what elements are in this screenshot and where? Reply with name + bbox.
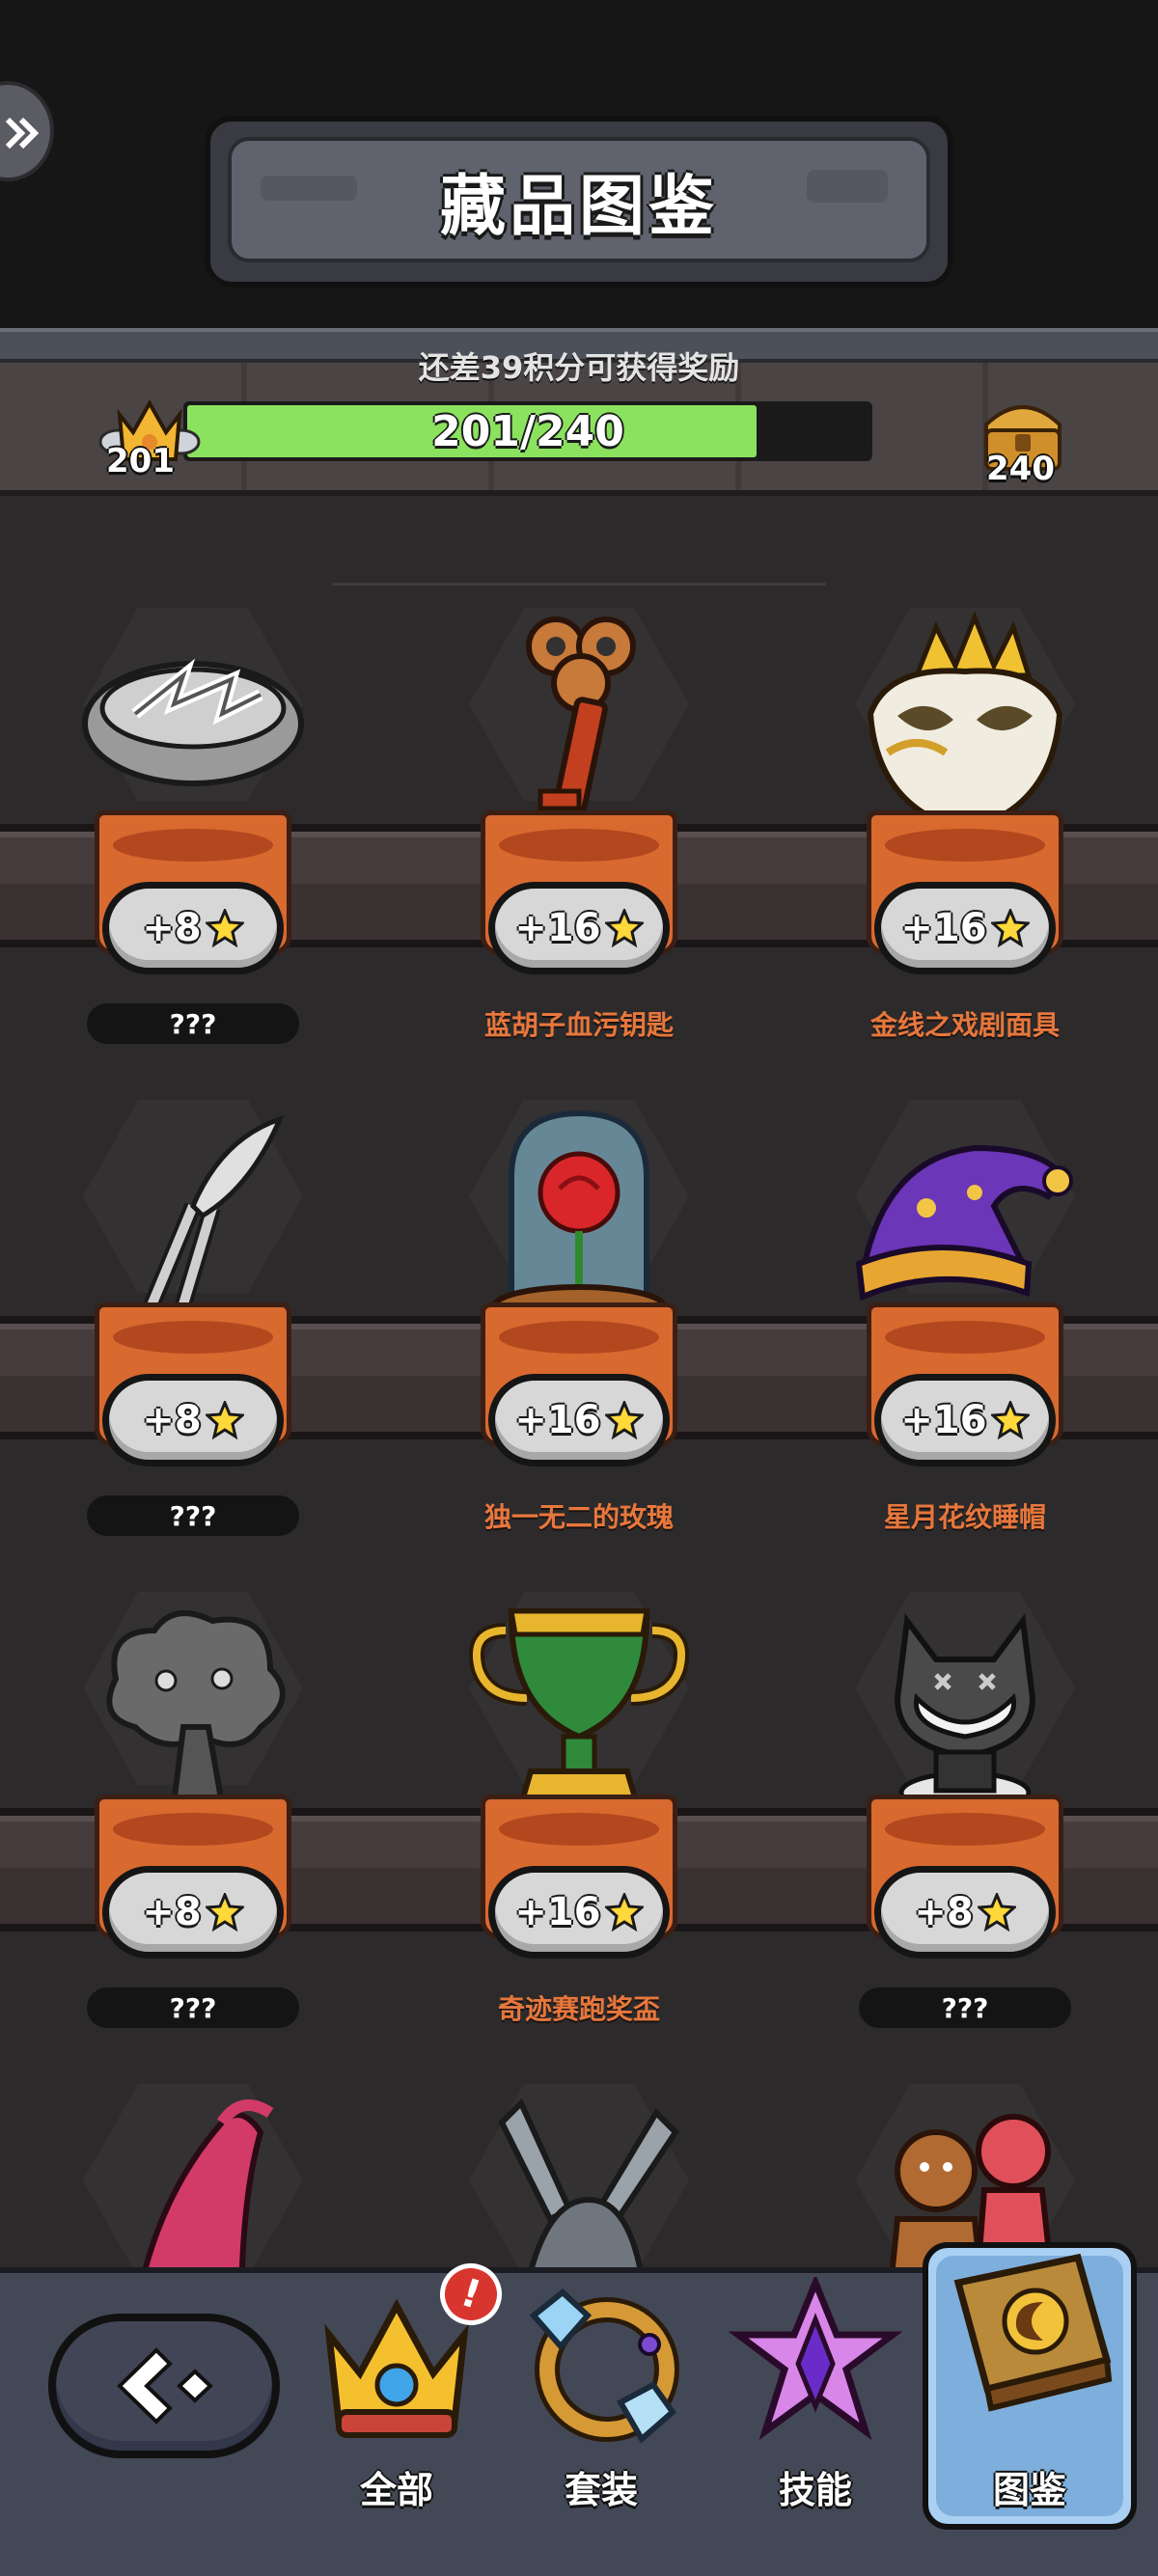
item-name: 独一无二的玫瑰 [483,1501,674,1533]
tree-icon [106,1610,286,1807]
title-plate: 藏品图鉴 [205,116,953,288]
star-icon [205,909,244,947]
page-title: 藏品图鉴 [439,168,718,245]
star-icon [205,1401,244,1439]
score-value: +8 [142,1890,202,1934]
collection-item[interactable]: +16 金线之戏剧面具 [772,608,1158,1061]
item-name: ??? [87,1495,299,1536]
wheat-icon [136,1114,285,1327]
star-icon [604,1401,644,1439]
target-level: 240 [986,450,1055,488]
collection-item[interactable]: +8 ??? [0,1592,386,2045]
item-name: ??? [87,1987,299,2028]
nightcap-icon [855,1144,1073,1302]
score-value: +16 [900,906,987,950]
tab-label: 全部 [359,2469,433,2511]
wolf-icon [894,1613,1036,1815]
progress-bar: 201/240 [183,401,872,461]
book-icon [953,2253,1113,2412]
score-badge: +8 [102,1374,284,1466]
tab-sets[interactable]: 套装 [500,2267,703,2557]
score-value: +8 [142,1398,202,1442]
item-name: 奇迹赛跑奖盃 [497,1993,660,2025]
score-badge: +8 [874,1866,1056,1959]
mask-icon [867,611,1063,829]
collection-item[interactable]: +8 ??? [0,1100,386,1553]
star-icon [990,1401,1030,1439]
item-name: ??? [859,1987,1071,2028]
score-value: +8 [914,1890,974,1934]
score-badge: +16 [488,882,670,974]
tab-skills[interactable]: 技能 [714,2267,917,2557]
key-icon [526,617,636,820]
star-icon [604,1893,644,1932]
bracelet-icon [82,658,304,786]
collection-item[interactable]: +16 蓝胡子血污钥匙 [386,608,772,1061]
star-icon [205,1893,244,1932]
item-name: 蓝胡子血污钥匙 [483,1009,674,1041]
collection-item[interactable]: +16 独一无二的玫瑰 [386,1100,772,1553]
divider [332,583,826,586]
tab-label: 技能 [778,2469,852,2511]
item-name: ??? [87,1003,299,1044]
score-badge: +16 [488,1866,670,1959]
score-value: +16 [514,1398,601,1442]
star-icon [977,1893,1016,1932]
score-value: +16 [514,1890,601,1934]
rose-icon [491,1110,667,1329]
score-badge: +16 [874,1374,1056,1466]
score-value: +16 [514,906,601,950]
trophy-icon [468,1608,690,1807]
collection-item[interactable]: +8 ??? [0,608,386,1061]
tab-collection[interactable]: 图鉴 [923,2242,1137,2557]
back-button[interactable] [48,2314,280,2458]
ring-icon [529,2288,679,2444]
back-arrow-icon [117,2347,213,2425]
collection-item[interactable]: +8 ??? [772,1592,1158,2045]
collection-item[interactable]: +16 星月花纹睡帽 [772,1100,1158,1553]
current-level: 201 [106,442,175,480]
tab-label: 图鉴 [992,2469,1066,2511]
double-chevron-icon [5,117,40,150]
tab-label: 套装 [564,2469,638,2511]
item-name: 金线之戏剧面具 [869,1009,1060,1041]
item-name: 星月花纹睡帽 [883,1501,1046,1533]
score-badge: +8 [102,1866,284,1959]
star-gem-icon [729,2277,902,2441]
score-badge: +16 [874,882,1056,974]
score-badge: +16 [488,1374,670,1466]
star-icon [604,909,644,947]
progress-label: 201/240 [431,406,624,456]
star-icon [990,909,1030,947]
score-value: +8 [142,906,202,950]
score-value: +16 [900,1398,987,1442]
score-badge: +8 [102,882,284,974]
collection-item[interactable]: +16 奇迹赛跑奖盃 [386,1592,772,2045]
